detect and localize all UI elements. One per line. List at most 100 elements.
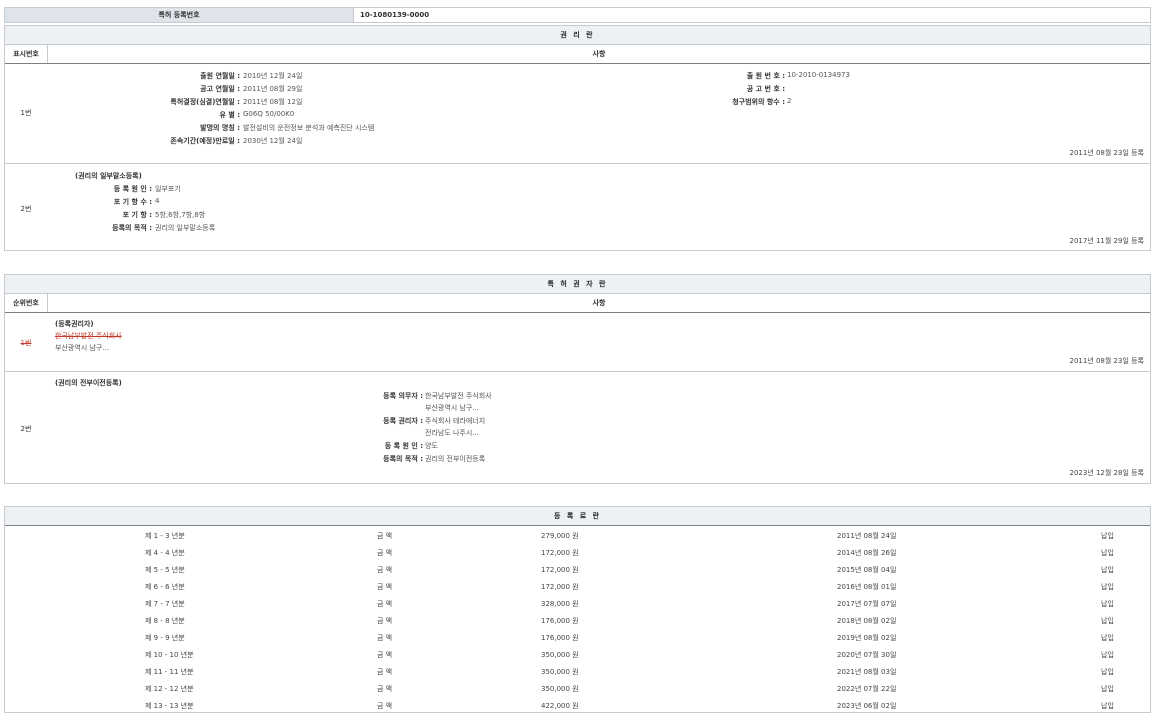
value-decision-date: 2011년 08월 12일 bbox=[243, 97, 302, 107]
fee-year: 제 8 - 8 년분 bbox=[145, 616, 185, 626]
label-cause: 등 록 원 인 : bbox=[65, 184, 152, 194]
registration-number-label: 특허 등록번호 bbox=[5, 8, 354, 22]
fee-amount-label: 금 액 bbox=[377, 616, 392, 626]
fee-amount-label: 금 액 bbox=[377, 531, 392, 541]
fee-amount: 172,000 원 bbox=[541, 565, 579, 575]
value-invention-title: 발전설비의 운전정보 분석과 예측진단 시스템 bbox=[243, 123, 374, 133]
fee-amount-label: 금 액 bbox=[377, 548, 392, 558]
value-obligor-address: 부산광역시 남구... bbox=[425, 403, 479, 413]
rights-section: 권 리 란 표시번호 사항 1번 출원 연월일 : 2010년 12월 24일 … bbox=[4, 25, 1151, 251]
fee-row: 제 9 - 9 년분금 액176,000 원2019년 08월 02일납입 bbox=[5, 629, 1150, 646]
fee-amount-label: 금 액 bbox=[377, 582, 392, 592]
value-filing-date: 2010년 12월 24일 bbox=[243, 71, 302, 81]
fee-year: 제 11 - 11 년분 bbox=[145, 667, 194, 677]
registration-date: 2011년 08월 23일 등록 bbox=[1069, 148, 1144, 158]
label-classification: 유 별 : bbox=[65, 110, 240, 120]
fee-paid-date: 2021년 08월 03일 bbox=[837, 667, 896, 677]
value-purpose: 권리의 전부이전등록 bbox=[425, 454, 485, 464]
registration-date: 2023년 12월 28일 등록 bbox=[1069, 468, 1144, 478]
label-filing-date: 출원 연월일 : bbox=[65, 71, 240, 81]
value-waived-claims: 5항,6항,7항,8항 bbox=[155, 210, 205, 220]
fee-amount-label: 금 액 bbox=[377, 633, 392, 643]
fee-row: 제 5 - 5 년분금 액172,000 원2015년 08월 04일납입 bbox=[5, 561, 1150, 578]
fee-paid-date: 2022년 07월 22일 bbox=[837, 684, 896, 694]
holders-entry-2: 2번 (권리의 전부이전등록) 등록 의무자 : 한국남부발전 주식회사 부산광… bbox=[5, 372, 1150, 484]
value-right-holder-address: 전라남도 나주시... bbox=[425, 428, 479, 438]
rights-entry-1: 1번 출원 연월일 : 2010년 12월 24일 공고 연월일 : 2011년… bbox=[5, 64, 1150, 164]
fee-year: 제 4 - 4 년분 bbox=[145, 548, 185, 558]
entry-number: 1번 bbox=[5, 338, 47, 348]
label-waived-claims: 포 기 항 : bbox=[65, 210, 152, 220]
rights-title: 권 리 란 bbox=[5, 26, 1150, 45]
fee-paid-date: 2011년 08월 24일 bbox=[837, 531, 896, 541]
holders-section: 특 허 권 자 란 순위번호 사항 1번 (등록권리자) 한국남부발전 주식회사… bbox=[4, 274, 1151, 484]
entry-number: 2번 bbox=[5, 424, 47, 434]
fee-year: 제 1 - 3 년분 bbox=[145, 531, 185, 541]
value-right-holder: 주식회사 테라에너지 bbox=[425, 416, 485, 426]
value-cause: 일부포기 bbox=[155, 184, 181, 194]
value-waived-count: 4 bbox=[155, 197, 159, 205]
holder-address: 부산광역시 남구... bbox=[55, 343, 109, 353]
value-expiry-date: 2030년 12월 24일 bbox=[243, 136, 302, 146]
label-waived-count: 포 기 항 수 : bbox=[65, 197, 152, 207]
registration-date: 2017년 11월 29일 등록 bbox=[1069, 236, 1144, 246]
fee-amount-label: 금 액 bbox=[377, 650, 392, 660]
col-content: 사항 bbox=[48, 49, 1150, 59]
fee-paid-date: 2020년 07월 30일 bbox=[837, 650, 896, 660]
fee-status: 납입 bbox=[1101, 650, 1114, 660]
fee-status: 납입 bbox=[1101, 531, 1114, 541]
fees-section: 등 록 료 란 제 1 - 3 년분금 액279,000 원2011년 08월 … bbox=[4, 506, 1151, 713]
fee-paid-date: 2014년 08월 26일 bbox=[837, 548, 896, 558]
registration-number-value: 10-1080139-0000 bbox=[354, 8, 1150, 22]
fee-amount: 172,000 원 bbox=[541, 582, 579, 592]
value-publication-date: 2011년 08월 29일 bbox=[243, 84, 302, 94]
fee-status: 납입 bbox=[1101, 701, 1114, 711]
rights-entry-2: 2번 (권리의 일부말소등록) 등 록 원 인 : 일부포기 포 기 항 수 :… bbox=[5, 164, 1150, 251]
fee-paid-date: 2023년 06월 02일 bbox=[837, 701, 896, 711]
fee-paid-date: 2018년 08월 02일 bbox=[837, 616, 896, 626]
fee-amount: 422,000 원 bbox=[541, 701, 579, 711]
fee-paid-date: 2017년 07월 07일 bbox=[837, 599, 896, 609]
fee-status: 납입 bbox=[1101, 548, 1114, 558]
entry-heading: (등록권리자) bbox=[55, 319, 94, 329]
fee-amount-label: 금 액 bbox=[377, 701, 392, 711]
label-publication-date: 공고 연월일 : bbox=[65, 84, 240, 94]
fee-year: 제 13 - 13 년분 bbox=[145, 701, 194, 711]
fees-title: 등 록 료 란 bbox=[5, 507, 1150, 526]
col-content: 사항 bbox=[48, 298, 1150, 308]
fee-amount: 176,000 원 bbox=[541, 616, 579, 626]
label-expiry-date: 존속기간(예정)만료일 : bbox=[65, 136, 240, 146]
fee-amount-label: 금 액 bbox=[377, 599, 392, 609]
entry-number: 1번 bbox=[5, 108, 47, 118]
registration-date: 2011년 08월 23일 등록 bbox=[1069, 356, 1144, 366]
fee-status: 납입 bbox=[1101, 599, 1114, 609]
label-claims-count: 청구범위의 항수 : bbox=[645, 97, 785, 107]
fee-row: 제 6 - 6 년분금 액172,000 원2016년 08월 01일납입 bbox=[5, 578, 1150, 595]
fee-row: 제 7 - 7 년분금 액328,000 원2017년 07월 07일납입 bbox=[5, 595, 1150, 612]
fee-paid-date: 2015년 08월 04일 bbox=[837, 565, 896, 575]
fee-row: 제 11 - 11 년분금 액350,000 원2021년 08월 03일납입 bbox=[5, 663, 1150, 680]
fee-amount: 279,000 원 bbox=[541, 531, 579, 541]
fee-amount-label: 금 액 bbox=[377, 565, 392, 575]
label-decision-date: 특허결정(심결)연월일 : bbox=[65, 97, 240, 107]
fee-year: 제 9 - 9 년분 bbox=[145, 633, 185, 643]
fee-amount: 350,000 원 bbox=[541, 684, 579, 694]
entry-number: 2번 bbox=[5, 204, 47, 214]
label-right-holder: 등록 권리자 : bbox=[305, 416, 423, 426]
entry-heading: (권리의 일부말소등록) bbox=[75, 171, 142, 181]
fee-year: 제 12 - 12 년분 bbox=[145, 684, 194, 694]
fee-amount: 350,000 원 bbox=[541, 650, 579, 660]
holders-entry-1: 1번 (등록권리자) 한국남부발전 주식회사 부산광역시 남구... 2011년… bbox=[5, 313, 1150, 372]
fee-year: 제 5 - 5 년분 bbox=[145, 565, 185, 575]
label-purpose: 등록의 목적 : bbox=[305, 454, 423, 464]
label-invention-title: 발명의 명칭 : bbox=[65, 123, 240, 133]
fee-status: 납입 bbox=[1101, 616, 1114, 626]
fee-row: 제 12 - 12 년분금 액350,000 원2022년 07월 22일납입 bbox=[5, 680, 1150, 697]
holder-name: 한국남부발전 주식회사 bbox=[55, 331, 122, 341]
fee-status: 납입 bbox=[1101, 633, 1114, 643]
holders-column-header: 순위번호 사항 bbox=[5, 294, 1150, 313]
fee-row: 제 4 - 4 년분금 액172,000 원2014년 08월 26일납입 bbox=[5, 544, 1150, 561]
col-display-number: 표시번호 bbox=[5, 45, 48, 63]
fee-status: 납입 bbox=[1101, 684, 1114, 694]
label-publication-number: 공 고 번 호 : bbox=[645, 84, 785, 94]
